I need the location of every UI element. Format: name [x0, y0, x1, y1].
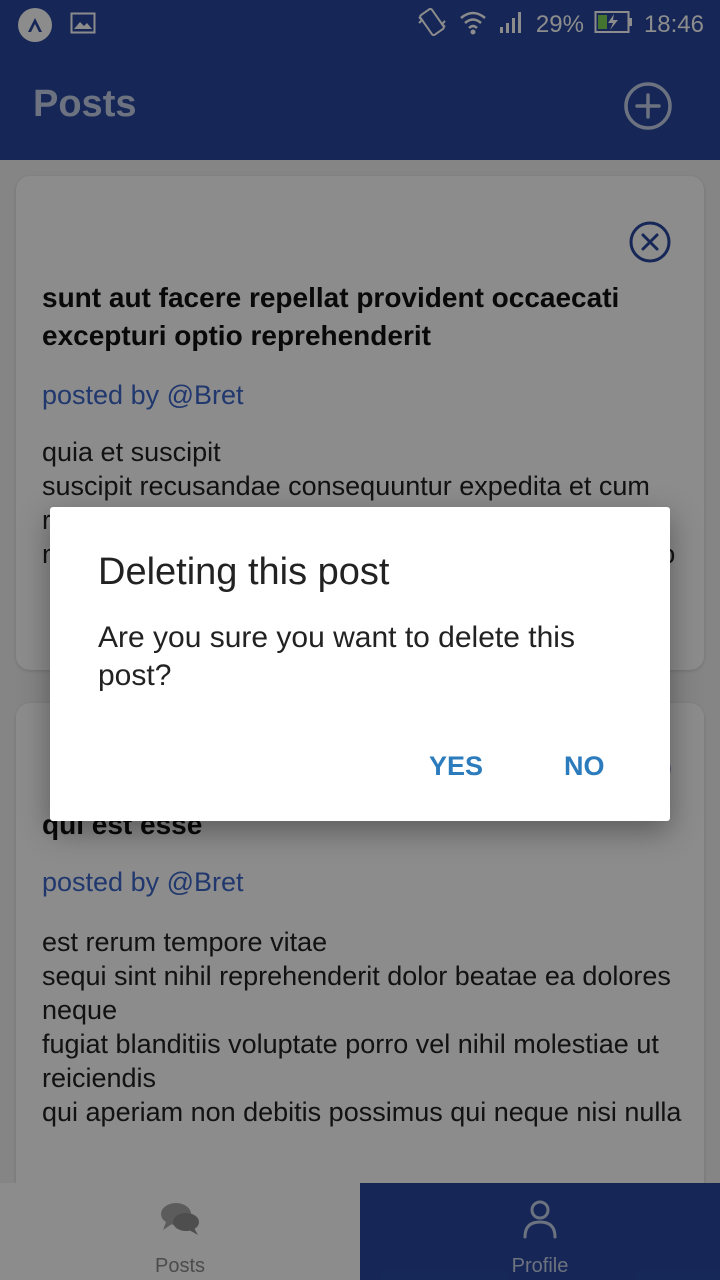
yes-button[interactable]: YES	[417, 743, 495, 790]
dialog-title: Deleting this post	[98, 551, 390, 593]
dialog-message: Are you sure you want to delete this pos…	[98, 621, 575, 692]
delete-confirmation-dialog: Deleting this post Are you sure you want…	[50, 507, 670, 821]
no-button[interactable]: NO	[552, 743, 617, 790]
